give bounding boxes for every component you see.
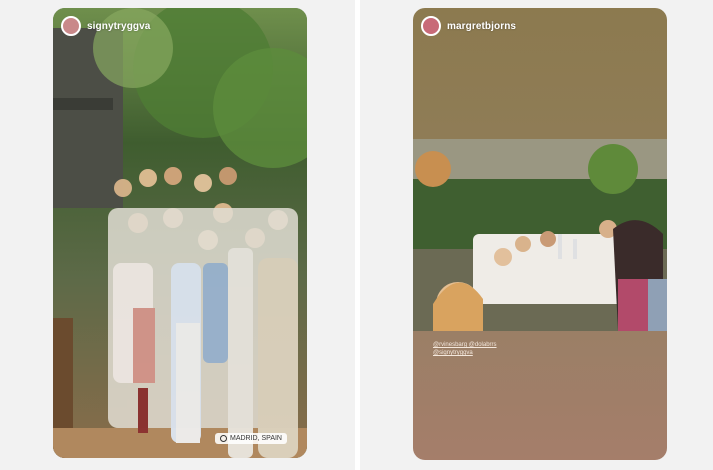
restaurant-photo-image	[413, 139, 667, 331]
username[interactable]: signytryggva	[87, 21, 150, 32]
location-text: MADRID, SPAIN	[230, 435, 282, 442]
mentions-text[interactable]: @rvinesbarg @dolabrrs @signytryggva	[433, 341, 497, 357]
story-card-margretbjorns[interactable]: margretbjorns @rvinesbarg @dolabrrs @sig…	[413, 8, 667, 460]
location-sticker[interactable]: MADRID, SPAIN	[215, 433, 287, 444]
left-panel: signytryggva MADRID, SPAIN	[0, 0, 355, 470]
story-comparison-page: signytryggva MADRID, SPAIN margretbjorns	[0, 0, 713, 470]
avatar[interactable]	[421, 16, 441, 36]
story-header: signytryggva	[61, 16, 150, 36]
mention-line-2[interactable]: @signytryggva	[433, 349, 497, 357]
right-panel: margretbjorns @rvinesbarg @dolabrrs @sig…	[360, 0, 713, 470]
group-photo	[53, 8, 307, 458]
username[interactable]: margretbjorns	[447, 21, 516, 32]
story-card-signytryggva[interactable]: signytryggva MADRID, SPAIN	[53, 8, 307, 458]
location-pin-icon	[220, 435, 227, 442]
story-header: margretbjorns	[421, 16, 516, 36]
mention-line-1[interactable]: @rvinesbarg @dolabrrs	[433, 341, 497, 349]
avatar[interactable]	[61, 16, 81, 36]
restaurant-photo	[413, 139, 667, 331]
